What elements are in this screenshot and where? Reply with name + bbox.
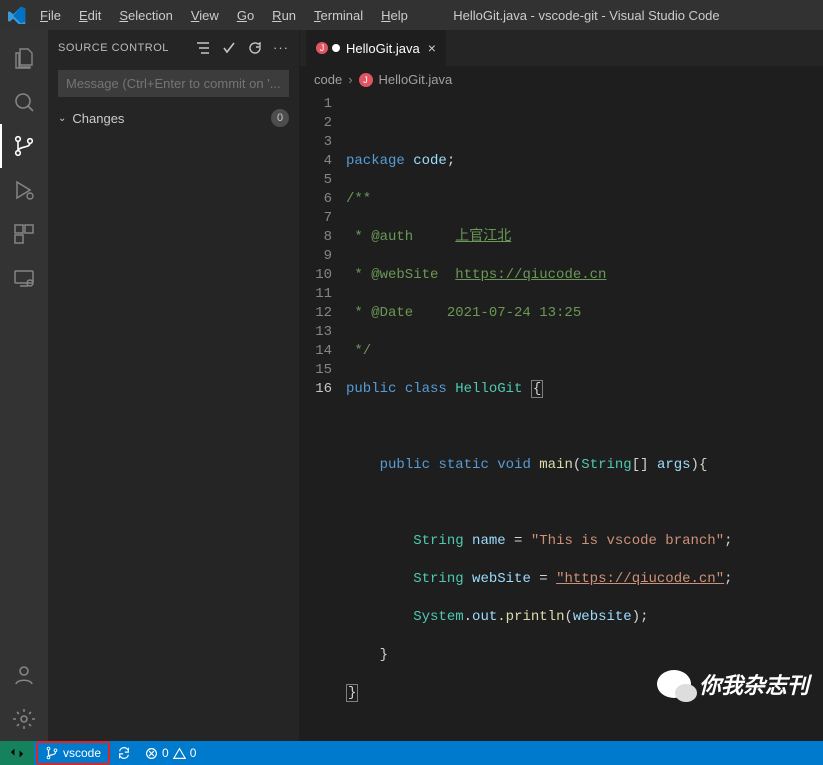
activity-search[interactable]: [0, 80, 48, 124]
activity-remote-explorer[interactable]: [0, 256, 48, 300]
activity-explorer[interactable]: [0, 36, 48, 80]
vscode-logo-icon: [8, 6, 26, 24]
refresh-icon[interactable]: [247, 40, 263, 56]
warning-count: 0: [190, 746, 197, 760]
extensions-icon: [12, 222, 36, 246]
error-icon: [145, 747, 158, 760]
menu-go[interactable]: Go: [229, 4, 262, 27]
line-gutter: 12345678910111213141516: [300, 95, 346, 741]
modified-indicator-icon: [332, 44, 340, 52]
search-icon: [12, 90, 36, 114]
status-branch[interactable]: vscode: [36, 741, 110, 765]
error-count: 0: [162, 746, 169, 760]
remote-icon: [10, 746, 24, 760]
chevron-right-icon: ›: [348, 72, 352, 87]
gear-icon: [12, 707, 36, 731]
breadcrumb-file[interactable]: HelloGit.java: [379, 72, 453, 87]
menu-bar: File Edit Selection View Go Run Terminal…: [32, 4, 416, 27]
java-file-icon: J: [316, 42, 328, 54]
close-icon[interactable]: ×: [428, 40, 436, 56]
activity-extensions[interactable]: [0, 212, 48, 256]
changes-count-badge: 0: [271, 109, 289, 127]
code-lines[interactable]: package code; /** * @auth 上官江北 * @webSit…: [346, 95, 823, 741]
activity-source-control[interactable]: [0, 124, 48, 168]
branch-icon: [45, 746, 59, 760]
sync-icon: [117, 746, 131, 760]
play-bug-icon: [12, 178, 36, 202]
status-sync[interactable]: [110, 741, 138, 765]
changes-section[interactable]: ⌄ Changes 0: [48, 105, 299, 131]
menu-selection[interactable]: Selection: [111, 4, 180, 27]
tab-filename: HelloGit.java: [346, 41, 420, 56]
files-icon: [12, 46, 36, 70]
editor-tabs: J HelloGit.java ×: [300, 30, 823, 66]
menu-file[interactable]: File: [32, 4, 69, 27]
commit-check-icon[interactable]: [221, 40, 237, 56]
sidebar-title-label: SOURCE CONTROL: [58, 42, 195, 54]
menu-help[interactable]: Help: [373, 4, 416, 27]
menu-terminal[interactable]: Terminal: [306, 4, 371, 27]
editor-group: J HelloGit.java × code › J HelloGit.java…: [300, 30, 823, 741]
tab-hellogit[interactable]: J HelloGit.java ×: [306, 30, 447, 66]
code-editor[interactable]: 12345678910111213141516 package code; /*…: [300, 93, 823, 741]
menu-edit[interactable]: Edit: [71, 4, 109, 27]
branch-name: vscode: [63, 746, 101, 760]
breadcrumb-folder[interactable]: code: [314, 72, 342, 87]
activity-settings[interactable]: [0, 697, 48, 741]
menu-run[interactable]: Run: [264, 4, 304, 27]
remote-indicator[interactable]: [0, 741, 34, 765]
activity-accounts[interactable]: [0, 653, 48, 697]
activity-bar: [0, 30, 48, 741]
titlebar: File Edit Selection View Go Run Terminal…: [0, 0, 823, 30]
activity-run-debug[interactable]: [0, 168, 48, 212]
window-title: HelloGit.java - vscode-git - Visual Stud…: [416, 8, 817, 23]
chevron-down-icon: ⌄: [58, 113, 66, 124]
commit-message-input[interactable]: [58, 70, 289, 97]
view-tree-icon[interactable]: [195, 40, 211, 56]
breadcrumb[interactable]: code › J HelloGit.java: [300, 66, 823, 93]
remote-icon: [12, 266, 36, 290]
status-problems[interactable]: 0 0: [138, 741, 203, 765]
status-bar: vscode 0 0: [0, 741, 823, 765]
source-control-sidebar: SOURCE CONTROL ··· ⌄ Changes 0: [48, 30, 300, 741]
more-icon[interactable]: ···: [273, 40, 289, 56]
changes-label: Changes: [72, 111, 265, 126]
account-icon: [12, 663, 36, 687]
sidebar-header: SOURCE CONTROL ···: [48, 30, 299, 66]
menu-view[interactable]: View: [183, 4, 227, 27]
java-file-icon: J: [359, 73, 373, 87]
branch-icon: [12, 134, 36, 158]
warning-icon: [173, 747, 186, 760]
